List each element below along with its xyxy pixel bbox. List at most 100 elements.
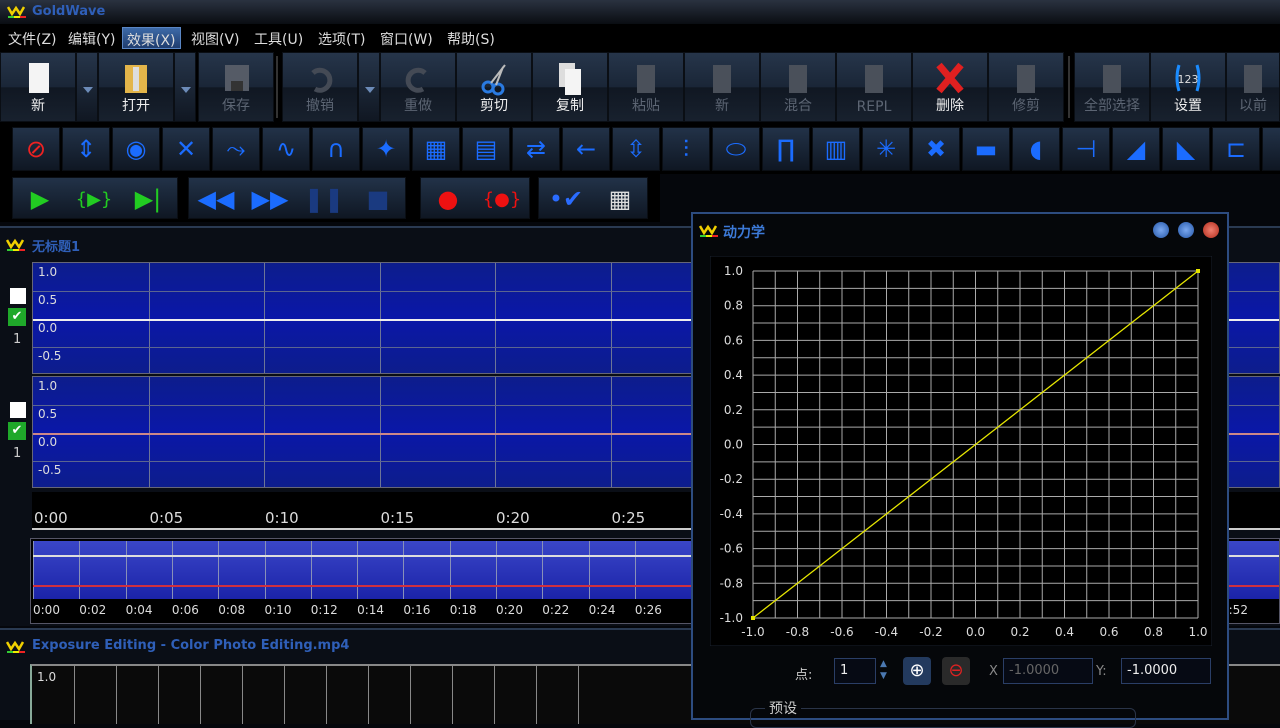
pause-button[interactable]: ❚❚ (297, 178, 351, 220)
effect-button-18[interactable]: ✖ (912, 127, 960, 171)
toolbar-button-0[interactable]: 新 (0, 52, 76, 122)
x-tick-label: -0.8 (786, 625, 809, 639)
toolbar-button-15[interactable]: 以前 (1226, 52, 1280, 122)
noise-reduction-icon: ✖ (926, 135, 946, 163)
effect-button-25[interactable]: ◂ (1262, 127, 1280, 171)
point-spinner[interactable]: ▲▼ (880, 658, 892, 684)
x-tick-label: 1.0 (1188, 625, 1207, 639)
play-from-cursor-button[interactable]: ▶| (121, 178, 175, 220)
curve-point[interactable] (1196, 269, 1200, 273)
effect-button-14[interactable]: ⬭ (712, 127, 760, 171)
dialog-title: 动力学 (723, 222, 765, 242)
x-tick-label: -1.0 (741, 625, 764, 639)
effect-button-6[interactable]: ∩ (312, 127, 360, 171)
menu-item-2[interactable]: 效果(X) (122, 27, 181, 49)
transport-group-1: ◀◀▶▶❚❚■ (188, 177, 406, 219)
scissors-icon (479, 61, 509, 97)
point-number-input[interactable]: 1 (834, 658, 876, 684)
toolbar-button-3[interactable]: 撤销 (282, 52, 358, 122)
effect-button-7[interactable]: ✦ (362, 127, 410, 171)
play-from-cursor-icon: ▶| (135, 185, 162, 213)
toolbar-button-11[interactable]: 删除 (912, 52, 988, 122)
preset-label: 预设 (765, 698, 801, 718)
toolbar-button-1[interactable]: 打开 (98, 52, 174, 122)
toolbar-button-10[interactable]: REPL (836, 52, 912, 122)
menu-item-1[interactable]: 编辑(Y) (64, 27, 119, 49)
y-axis-label: 0.5 (38, 293, 57, 307)
fast-forward-button[interactable]: ▶▶ (243, 178, 297, 220)
menu-item-7[interactable]: 帮助(S) (443, 27, 499, 49)
effect-button-24[interactable]: ⊏ (1212, 127, 1260, 171)
menu-item-5[interactable]: 选项(T) (314, 27, 369, 49)
effect-button-10[interactable]: ⇄ (512, 127, 560, 171)
effect-button-13[interactable]: ⫶ (662, 127, 710, 171)
grid-line (380, 377, 381, 487)
x-value-input[interactable]: -1.0000 (1003, 658, 1093, 684)
menu-item-0[interactable]: 文件(Z) (4, 27, 61, 49)
effect-button-23[interactable]: ◣ (1162, 127, 1210, 171)
toolbar-dropdown-1[interactable] (174, 52, 196, 122)
effect-button-9[interactable]: ▤ (462, 127, 510, 171)
x-tick-label: -0.2 (919, 625, 942, 639)
toolbar-button-2[interactable]: 保存 (198, 52, 274, 122)
effect-button-22[interactable]: ◢ (1112, 127, 1160, 171)
menu-item-6[interactable]: 窗口(W) (376, 27, 437, 49)
filter-icon: ▤ (475, 135, 498, 163)
effect-button-5[interactable]: ∿ (262, 127, 310, 171)
menu-item-3[interactable]: 视图(V) (187, 27, 244, 49)
effect-button-1[interactable]: ⇕ (62, 127, 110, 171)
effect-button-17[interactable]: ✳ (862, 127, 910, 171)
toolbar-button-label: 撤销 (283, 95, 357, 115)
overview-timeline-label: 0:26 (635, 603, 662, 617)
control-window-button[interactable]: ▦ (593, 178, 647, 220)
y-value-input[interactable]: -1.0000 (1121, 658, 1211, 684)
toolbar-button-13[interactable]: 全部选择 (1074, 52, 1150, 122)
toolbar-dropdown-0[interactable] (76, 52, 98, 122)
toolbar-button-12[interactable]: 修剪 (988, 52, 1064, 122)
dynamics-curve-graph[interactable]: -1.0-0.8-0.6-0.4-0.20.00.20.40.60.81.01.… (710, 256, 1212, 646)
maximize-button[interactable] (1178, 222, 1194, 238)
play-button[interactable]: ▶ (13, 178, 67, 220)
stop-button[interactable]: ■ (351, 178, 405, 220)
toolbar-button-9[interactable]: 混合 (760, 52, 836, 122)
effects-toolbar: ⊘⇕◉✕⤳∿∩✦▦ ▤ ⇄←⇳⫶⬭∏▥✳ ✖ ▬◖⊣◢◣⊏◂ (0, 124, 1280, 174)
record-button[interactable]: ● (421, 178, 475, 220)
effect-button-20[interactable]: ◖ (1012, 127, 1060, 171)
effect-button-19[interactable]: ▬ (962, 127, 1010, 171)
effect-button-16[interactable]: ▥ (812, 127, 860, 171)
grid-line (611, 263, 612, 373)
grid-line (368, 666, 369, 724)
effect-button-21[interactable]: ⊣ (1062, 127, 1110, 171)
toolbar-button-8[interactable]: 新 (684, 52, 760, 122)
toolbar-button-6[interactable]: 复制 (532, 52, 608, 122)
curve-point[interactable] (751, 616, 755, 620)
play-selection-button[interactable]: {▶} (67, 178, 121, 220)
minimize-button[interactable] (1153, 222, 1169, 238)
add-point-button[interactable]: ⊕ (903, 657, 931, 685)
y-axis-label: 0.0 (38, 321, 57, 335)
toolbar-button-7[interactable]: 粘贴 (608, 52, 684, 122)
effect-button-8[interactable]: ▦ (412, 127, 460, 171)
close-button[interactable] (1203, 222, 1219, 238)
toolbar-dropdown-3[interactable] (358, 52, 380, 122)
effect-button-15[interactable]: ∏ (762, 127, 810, 171)
effect-button-2[interactable]: ◉ (112, 127, 160, 171)
channel-enable-checkbox[interactable]: ✔ (8, 422, 26, 440)
overview-timeline-label: 0:18 (450, 603, 477, 617)
effect-button-0[interactable]: ⊘ (12, 127, 60, 171)
effect-button-4[interactable]: ⤳ (212, 127, 260, 171)
device-controls-button[interactable]: •✔ (539, 178, 593, 220)
overview-timeline-label: 0:04 (126, 603, 153, 617)
record-selection-button[interactable]: {●} (475, 178, 529, 220)
menu-item-4[interactable]: 工具(U) (250, 27, 307, 49)
toolbar-button-4[interactable]: 重做 (380, 52, 456, 122)
effect-button-3[interactable]: ✕ (162, 127, 210, 171)
open-folder-icon (121, 61, 151, 97)
rewind-button[interactable]: ◀◀ (189, 178, 243, 220)
effect-button-11[interactable]: ← (562, 127, 610, 171)
remove-point-button[interactable]: ⊖ (942, 657, 970, 685)
channel-enable-checkbox[interactable]: ✔ (8, 308, 26, 326)
toolbar-button-14[interactable]: 123设置 (1150, 52, 1226, 122)
effect-button-12[interactable]: ⇳ (612, 127, 660, 171)
toolbar-button-5[interactable]: 剪切 (456, 52, 532, 122)
